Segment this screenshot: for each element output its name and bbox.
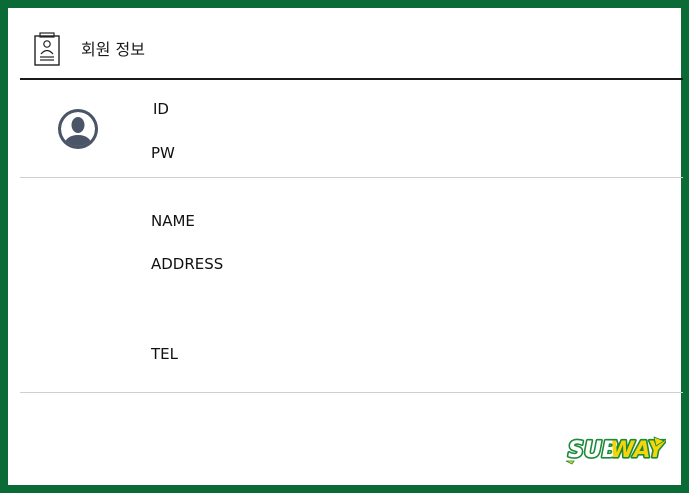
address-label: ADDRESS <box>151 255 224 273</box>
user-avatar-icon <box>58 109 98 149</box>
pw-label: PW <box>151 144 175 162</box>
header: 회원 정보 <box>20 20 683 80</box>
subway-logo: SUB WAY SUB WAY <box>565 436 666 465</box>
member-info-frame: 회원 정보 ID PW NAME ADDRESS TEL SUB WAY SUB… <box>0 0 689 493</box>
page-title: 회원 정보 <box>81 40 145 59</box>
id-label: ID <box>153 100 169 118</box>
account-section: ID PW <box>20 82 683 178</box>
profile-section: NAME ADDRESS TEL <box>20 178 683 393</box>
name-label: NAME <box>151 212 195 230</box>
tel-label: TEL <box>151 345 178 363</box>
footer: SUB WAY SUB WAY <box>20 393 683 489</box>
id-card-icon <box>34 32 60 66</box>
